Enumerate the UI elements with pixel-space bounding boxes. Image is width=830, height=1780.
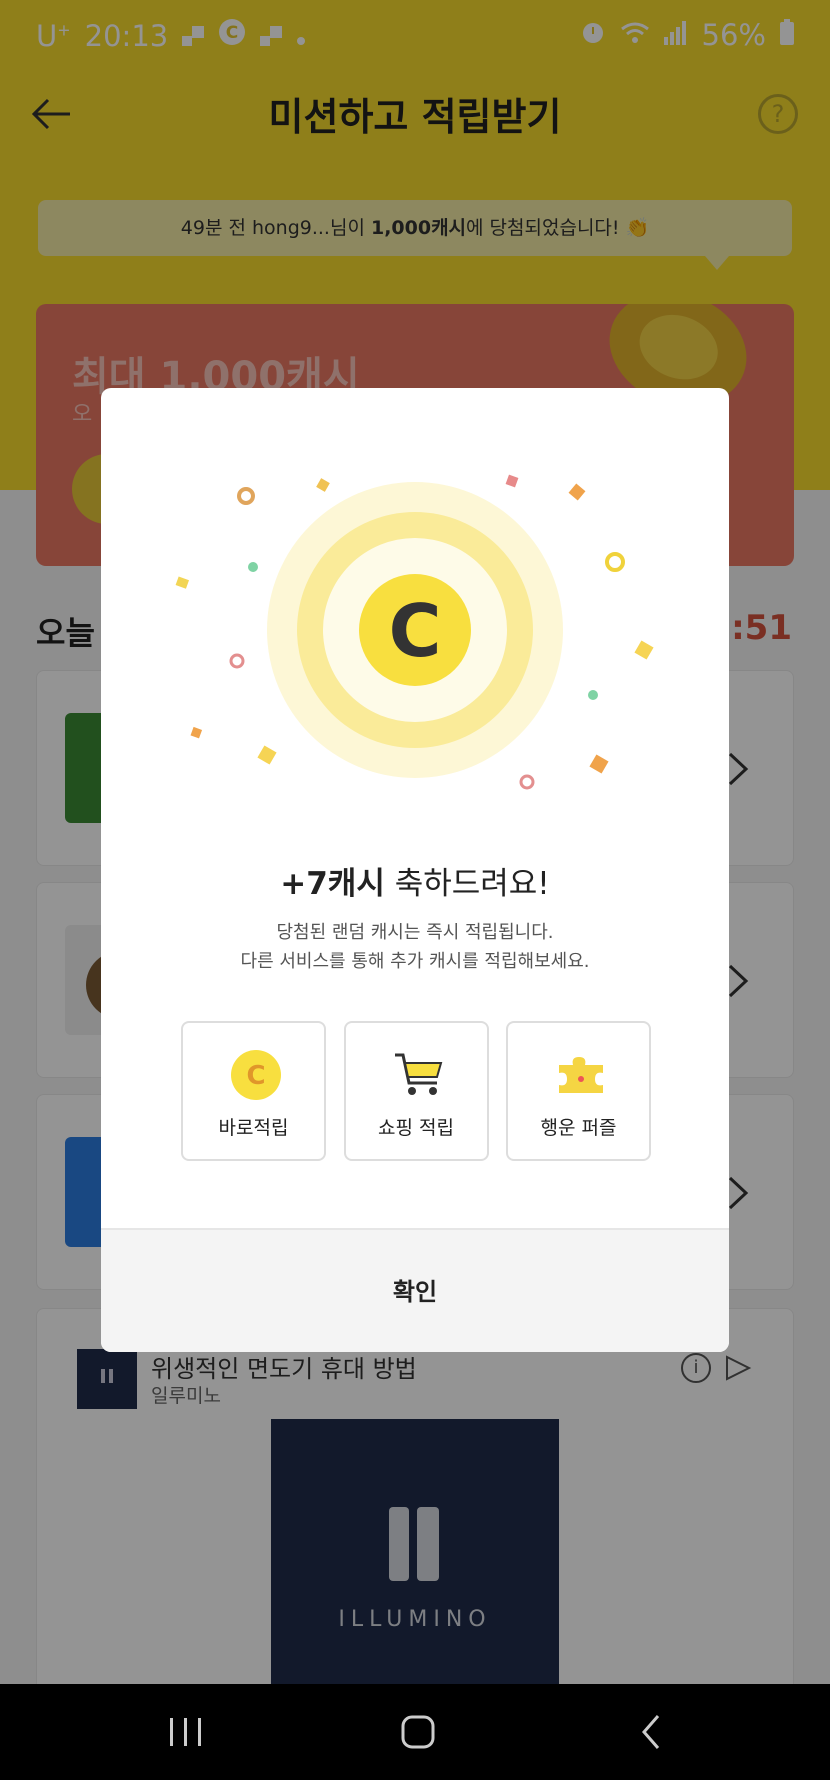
recent-apps-icon[interactable]: [166, 1712, 206, 1752]
lucky-puzzle-button[interactable]: 행운 퍼즐: [506, 1021, 651, 1161]
system-nav-bar: [0, 1684, 830, 1780]
reward-description: 당첨된 랜덤 캐시는 즉시 적립됩니다. 다른 서비스를 통해 추가 캐시를 적…: [240, 922, 590, 972]
option-label: 행운 퍼즐: [540, 1117, 617, 1139]
reward-congrats: 축하드려요!: [384, 866, 550, 902]
svg-text:C: C: [246, 1061, 265, 1091]
coin-icon: C: [231, 1050, 281, 1100]
celebration-illustration: C: [175, 474, 654, 790]
instant-earn-button[interactable]: C 바로적립: [181, 1021, 326, 1161]
puzzle-icon: [559, 1057, 603, 1093]
shopping-earn-button[interactable]: 쇼핑 적립: [343, 1021, 489, 1161]
confirm-button[interactable]: 확인: [101, 1228, 729, 1352]
earning-options: C 바로적립 쇼핑 적립 행운 퍼즐: [181, 1021, 651, 1161]
back-nav-icon[interactable]: [632, 1712, 672, 1752]
home-icon[interactable]: [398, 1712, 438, 1752]
option-label: 바로적립: [218, 1117, 289, 1139]
svg-text:C: C: [389, 589, 442, 673]
reward-message: +7캐시 축하드려요!: [101, 858, 729, 903]
reward-dialog: C +7캐시 축하드려요! 당첨된 랜덤 캐시는 즉시 적립됩니다. 다른 서비…: [101, 388, 729, 1352]
reward-amount: +7캐시: [280, 866, 385, 902]
cart-icon: [394, 1053, 442, 1095]
option-label: 쇼핑 적립: [378, 1117, 454, 1139]
